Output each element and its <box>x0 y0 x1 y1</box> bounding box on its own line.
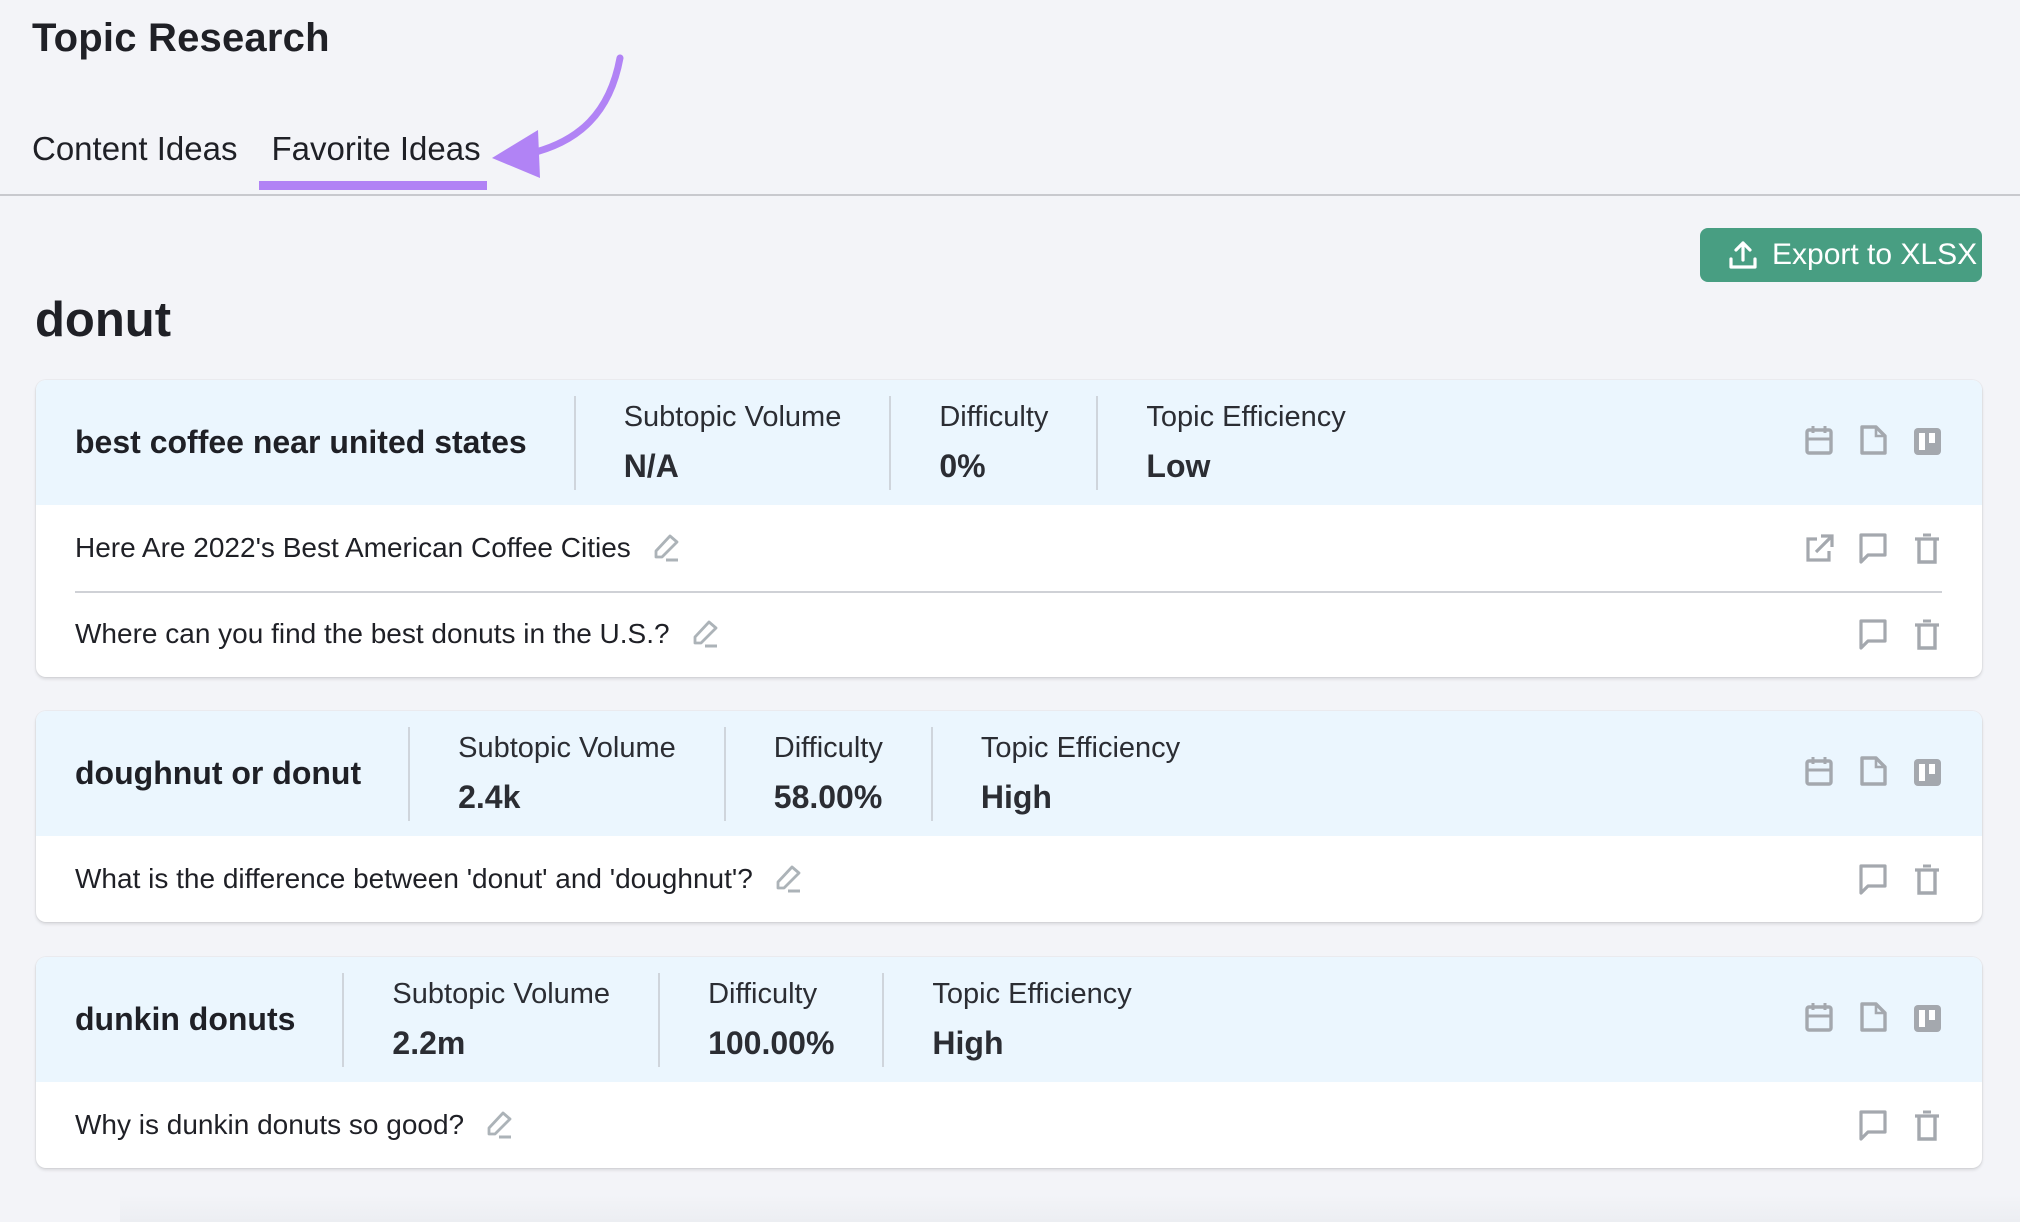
metric-body: Difficulty 0% <box>891 396 1096 490</box>
idea-title: Here Are 2022's Best American Coffee Cit… <box>75 532 631 563</box>
metric-value: Low <box>1146 447 1211 484</box>
idea-actions <box>1804 532 1942 564</box>
metric-label: Difficulty <box>708 977 818 1010</box>
topic-name: best coffee near united states <box>75 424 527 460</box>
metric-label: Subtopic Volume <box>623 400 842 433</box>
calendar-icon[interactable] <box>1804 1001 1834 1033</box>
metric-label: Subtopic Volume <box>392 977 611 1010</box>
topic-card: dunkin donuts Subtopic Volume 2.2m Difficul… <box>36 957 1982 1168</box>
metric-body: Difficulty 100.00% <box>660 973 882 1067</box>
idea-actions <box>1858 863 1942 895</box>
idea-row: Here Are 2022's Best American Coffee Cit… <box>36 505 1982 591</box>
idea-title: Where can you find the best donuts in th… <box>75 618 670 649</box>
metric-body: Difficulty 58.00% <box>726 727 931 821</box>
idea-row: Where can you find the best donuts in th… <box>36 591 1982 677</box>
metric-difficulty: Difficulty 58.00% <box>723 726 931 821</box>
metric-label: Topic Efficiency <box>1146 400 1346 433</box>
export-xlsx-button[interactable]: Export to XLSX <box>1700 228 1982 282</box>
edit-pencil-icon[interactable] <box>690 618 720 650</box>
comment-icon[interactable] <box>1858 1109 1888 1141</box>
idea-title: Why is dunkin donuts so good? <box>75 1109 465 1140</box>
metric-subtopic-volume: Subtopic Volume N/A <box>573 395 890 490</box>
document-icon[interactable] <box>1858 1001 1888 1033</box>
comment-icon[interactable] <box>1858 863 1888 895</box>
metric-value: 2.4k <box>458 778 521 815</box>
topic-card: best coffee near united states Subtopic V… <box>36 380 1982 677</box>
tab-bar: Content Ideas Favorite Ideas <box>32 130 487 190</box>
metric-body: Topic Efficiency Low <box>1098 396 1393 490</box>
topic-card-header: best coffee near united states Subtopic V… <box>36 380 1982 505</box>
external-link-icon[interactable] <box>1804 532 1834 564</box>
metric-body: Topic Efficiency High <box>933 727 1228 821</box>
metric-label: Topic Efficiency <box>932 977 1132 1010</box>
metric-value: 0% <box>939 447 986 484</box>
metric-value: High <box>980 778 1052 815</box>
topic-actions <box>1804 424 1942 456</box>
metric-difficulty: Difficulty 0% <box>889 395 1096 490</box>
trash-icon[interactable] <box>1912 618 1942 650</box>
tab-favorite-ideas[interactable]: Favorite Ideas <box>259 130 487 190</box>
trello-board-icon[interactable] <box>1912 1001 1942 1033</box>
upload-icon <box>1729 241 1757 269</box>
trash-icon[interactable] <box>1912 1109 1942 1141</box>
topic-actions <box>1804 755 1942 787</box>
idea-row: What is the difference between 'donut' a… <box>36 836 1982 922</box>
edit-pencil-icon[interactable] <box>484 1109 514 1141</box>
topic-card-header: doughnut or donut Subtopic Volume 2.4k Diff… <box>36 711 1982 836</box>
document-icon[interactable] <box>1858 755 1888 787</box>
metric-topic-efficiency: Topic Efficiency High <box>930 726 1228 821</box>
metric-label: Difficulty <box>939 400 1049 433</box>
metric-difficulty: Difficulty 100.00% <box>658 972 882 1067</box>
document-icon[interactable] <box>1858 424 1888 456</box>
metric-value: 100.00% <box>708 1024 835 1061</box>
idea-actions <box>1858 618 1942 650</box>
metric-body: Subtopic Volume 2.4k <box>410 727 724 821</box>
topic-card-header: dunkin donuts Subtopic Volume 2.2m Difficul… <box>36 957 1982 1082</box>
trello-board-icon[interactable] <box>1912 755 1942 787</box>
idea-title: What is the difference between 'donut' a… <box>75 863 753 894</box>
edit-pencil-icon[interactable] <box>651 532 681 564</box>
comment-icon[interactable] <box>1858 532 1888 564</box>
metric-body: Topic Efficiency High <box>884 973 1179 1067</box>
metric-body: Subtopic Volume 2.2m <box>344 973 658 1067</box>
page-bottom-shade <box>120 1195 2020 1222</box>
metric-value: High <box>932 1024 1004 1061</box>
export-label: Export to XLSX <box>1772 238 1978 271</box>
metric-topic-efficiency: Topic Efficiency Low <box>1096 395 1393 490</box>
calendar-icon[interactable] <box>1804 755 1834 787</box>
metric-value: 2.2m <box>392 1024 466 1061</box>
edit-pencil-icon[interactable] <box>773 863 803 895</box>
metric-subtopic-volume: Subtopic Volume 2.4k <box>408 726 724 821</box>
topic-actions <box>1804 1001 1942 1033</box>
trash-icon[interactable] <box>1912 863 1942 895</box>
trash-icon[interactable] <box>1912 532 1942 564</box>
calendar-icon[interactable] <box>1804 424 1834 456</box>
metric-label: Topic Efficiency <box>980 731 1181 764</box>
topic-name: doughnut or donut <box>75 755 362 791</box>
tab-divider <box>0 194 2020 196</box>
metric-body: Subtopic Volume N/A <box>576 396 890 490</box>
metric-value: 58.00% <box>773 778 883 815</box>
page-title: Topic Research <box>32 16 330 60</box>
comment-icon[interactable] <box>1858 618 1888 650</box>
idea-actions <box>1858 1109 1942 1141</box>
group-title: donut <box>35 293 172 347</box>
topic-name: dunkin donuts <box>75 1001 296 1037</box>
topic-card: doughnut or donut Subtopic Volume 2.4k Diff… <box>36 711 1982 922</box>
annotation-arrow-icon <box>492 54 624 178</box>
metric-label: Subtopic Volume <box>458 731 676 764</box>
metric-subtopic-volume: Subtopic Volume 2.2m <box>342 972 658 1067</box>
metric-value: N/A <box>623 447 679 484</box>
metric-label: Difficulty <box>773 731 883 764</box>
tab-content-ideas[interactable]: Content Ideas <box>32 130 237 190</box>
trello-board-icon[interactable] <box>1912 424 1942 456</box>
metric-topic-efficiency: Topic Efficiency High <box>882 972 1179 1067</box>
idea-row: Why is dunkin donuts so good? <box>36 1082 1982 1168</box>
